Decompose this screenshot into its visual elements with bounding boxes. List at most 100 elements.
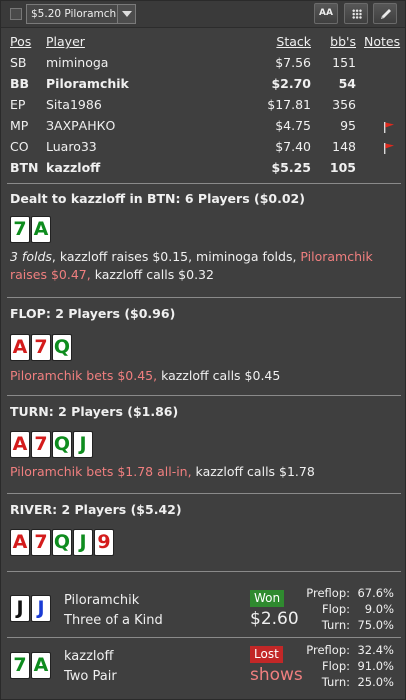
equity-label: Flop: [321,659,350,673]
playing-card: A [10,529,30,556]
result-player-name[interactable]: Piloramchik [64,593,139,608]
players-table-header: Pos Player Stack bb's Notes [1,31,406,52]
flop-cards: A7Q [10,334,72,361]
equity-label: Turn: [321,675,350,689]
players-table: Pos Player Stack bb's Notes SB miminoga $7… [1,31,406,178]
player-name: kazzloff [46,160,101,175]
player-pos: MP [10,118,29,133]
header-notes[interactable]: Notes [364,31,400,52]
grid-icon [352,9,362,19]
playing-card: A [10,334,30,361]
note-flag-icon[interactable] [383,121,395,133]
table-select-value: $5.20 Piloramchik [31,8,126,20]
flop-call: kazzloff calls $0.45 [157,368,281,383]
player-row[interactable]: SB miminoga $7.56 151 [1,52,406,73]
playing-card: Q [52,431,72,458]
playing-card: A [31,652,51,679]
table-select[interactable]: $5.20 Piloramchik [26,4,136,24]
font-size-button[interactable]: AA [314,3,338,24]
equity-stats: Preflop: 32.4% Flop: 91.0% Turn: 25.0% [296,642,394,690]
player-name: ЗАХРАНКО [46,118,116,133]
player-name: Piloramchik [46,76,129,91]
equity-flop: 91.0% [357,659,394,673]
player-row[interactable]: BTN kazzloff $5.25 105 [1,157,406,178]
result-hand: Two Pair [64,669,117,684]
playing-card: 7 [31,529,51,556]
player-stack: $7.40 [275,139,311,154]
header-bbs[interactable]: bb's [330,31,356,52]
font-size-label: AA [319,8,333,18]
header-pos[interactable]: Pos [10,31,31,52]
result-amount: shows [250,665,303,685]
preflop-folds: 3 folds [10,249,52,264]
result-cards: 7A [10,652,51,679]
equity-label: Turn: [321,618,350,632]
turn-title: TURN: 2 Players ($1.86) [10,404,179,419]
preflop-call: kazzloff calls $0.32 [90,267,214,282]
playing-card: 7 [10,216,30,243]
player-bbs: 54 [338,76,356,91]
player-row[interactable]: EP Sita1986 $17.81 356 [1,94,406,115]
equity-preflop: 32.4% [357,643,394,657]
player-row[interactable]: CO Luaro33 $7.40 148 [1,136,406,157]
note-flag-icon[interactable] [383,142,395,154]
player-name: Sita1986 [46,97,102,112]
equity-turn: 25.0% [357,675,394,689]
player-bbs: 105 [329,160,356,175]
result-player-name[interactable]: kazzloff [64,649,113,664]
player-row[interactable]: MP ЗАХРАНКО $4.75 95 [1,115,406,136]
won-badge: Won [250,590,285,607]
flop-actions: Piloramchik bets $0.45, kazzloff calls $… [10,367,398,385]
divider [7,395,401,396]
playing-card: A [10,431,30,458]
player-stack: $7.56 [275,55,311,70]
result-cards: JJ [10,595,51,622]
header-player[interactable]: Player [46,31,85,52]
edit-button[interactable] [373,3,397,24]
player-stack: $2.70 [271,76,311,91]
hole-cards: 7A [10,216,51,243]
preflop-title: Dealt to kazzloff in BTN: 6 Players ($0.… [10,191,305,206]
playing-card: Q [52,529,72,556]
divider [7,493,401,494]
equity-stats: Preflop: 67.6% Flop: 9.0% Turn: 75.0% [296,585,394,633]
divider [7,637,401,638]
chevron-down-icon[interactable] [117,5,135,23]
divider [7,297,401,298]
player-name: Luaro33 [46,139,97,154]
turn-actions: Piloramchik bets $1.78 all-in, kazzloff … [10,463,398,481]
divider [7,571,401,572]
equity-turn: 75.0% [357,618,394,632]
player-name: miminoga [46,55,109,70]
player-stack: $17.81 [267,97,311,112]
equity-label: Flop: [321,602,350,616]
hud-window: $5.20 Piloramchik AA Pos Player Stack bb… [0,0,406,700]
table-checkbox[interactable] [10,8,22,20]
result-hand: Three of a Kind [64,613,163,628]
header-stack[interactable]: Stack [276,31,311,52]
pencil-icon [381,9,391,19]
turn-villain-bet: Piloramchik bets $1.78 all-in, [10,464,192,479]
flop-title: FLOP: 2 Players ($0.96) [10,306,176,321]
player-pos: CO [10,139,29,154]
player-pos: BTN [10,160,39,175]
playing-card: 7 [31,431,51,458]
playing-card: A [31,216,51,243]
equity-label: Preflop: [306,643,350,657]
player-stack: $5.25 [271,160,311,175]
preflop-raise: , kazzloff raises $0.15, miminoga folds, [51,249,301,264]
player-bbs: 151 [332,55,356,70]
turn-cards: A7QJ [10,431,93,458]
river-title: RIVER: 2 Players ($5.42) [10,502,182,517]
player-bbs: 356 [332,97,356,112]
divider [7,183,401,184]
player-bbs: 95 [340,118,356,133]
flop-villain-bet: Piloramchik bets $0.45, [10,368,158,383]
playing-card: 9 [94,529,114,556]
equity-flop: 9.0% [364,602,394,616]
toolbar: $5.20 Piloramchik AA [1,1,405,28]
player-bbs: 148 [332,139,356,154]
grid-button[interactable] [344,3,368,24]
playing-card: Q [52,334,72,361]
player-row[interactable]: BB Piloramchik $2.70 54 [1,73,406,94]
